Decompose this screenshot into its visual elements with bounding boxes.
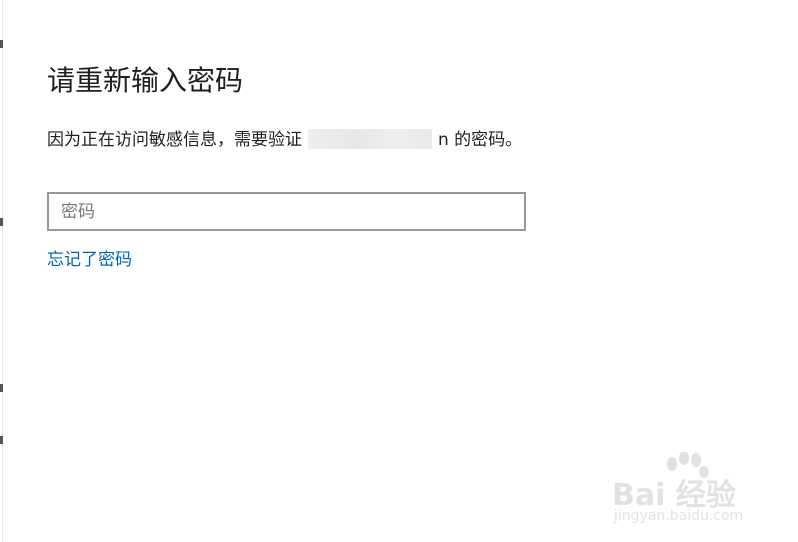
password-input[interactable] bbox=[49, 194, 524, 229]
watermark-url: jingyan.baidu.com bbox=[614, 508, 744, 524]
dialog-title: 请重新输入密码 bbox=[47, 64, 244, 97]
window-left-edge bbox=[0, 0, 3, 542]
baidu-jingyan-watermark: Bai 经验 jingyan.baidu.com bbox=[612, 452, 762, 532]
password-field-container bbox=[47, 192, 526, 231]
edge-marker bbox=[0, 218, 3, 226]
edge-marker bbox=[0, 40, 3, 48]
redacted-account bbox=[308, 129, 432, 149]
description-text: 因为正在访问敏感信息，需要验证 bbox=[47, 130, 302, 150]
forgot-password-link[interactable]: 忘记了密码 bbox=[47, 248, 132, 272]
edge-marker bbox=[0, 436, 3, 444]
description-suffix: n 的密码。 bbox=[438, 130, 523, 150]
dialog-description: 因为正在访问敏感信息，需要验证 n 的密码。 bbox=[47, 128, 522, 152]
edge-marker bbox=[0, 384, 3, 392]
